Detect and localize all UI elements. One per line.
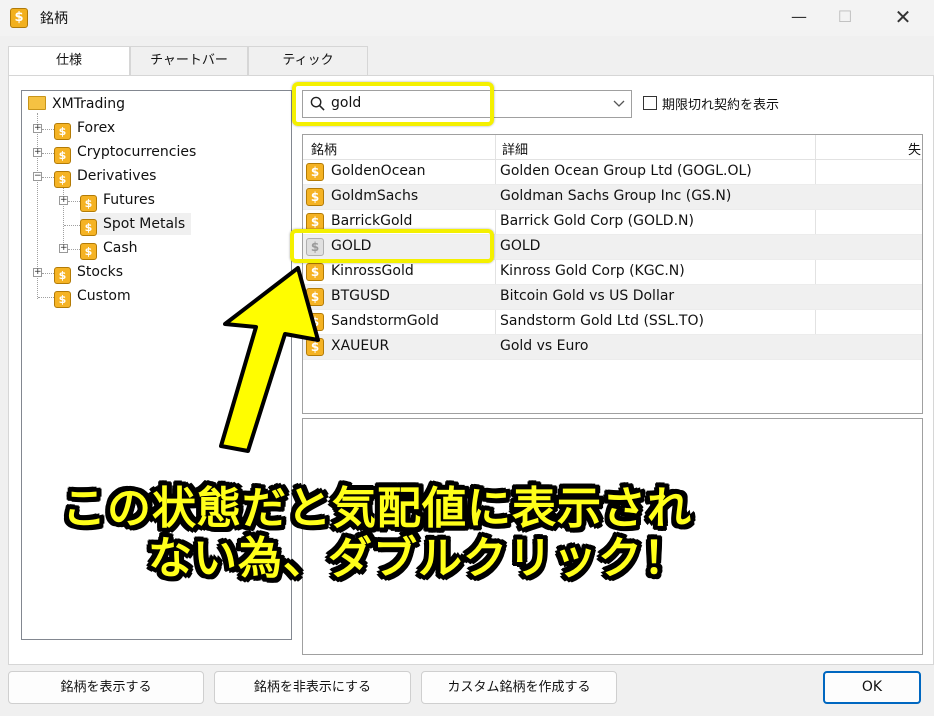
ok-button[interactable]: OK [823,671,921,704]
annotation-arrow [219,266,320,453]
annotation-line-2: ない為、ダブルクリック！ [148,533,688,584]
show-symbol-button[interactable]: 銘柄を表示する [8,671,204,704]
create-custom-symbol-button[interactable]: カスタム銘柄を作成する [421,671,617,704]
hide-symbol-button[interactable]: 銘柄を非表示にする [214,671,411,704]
